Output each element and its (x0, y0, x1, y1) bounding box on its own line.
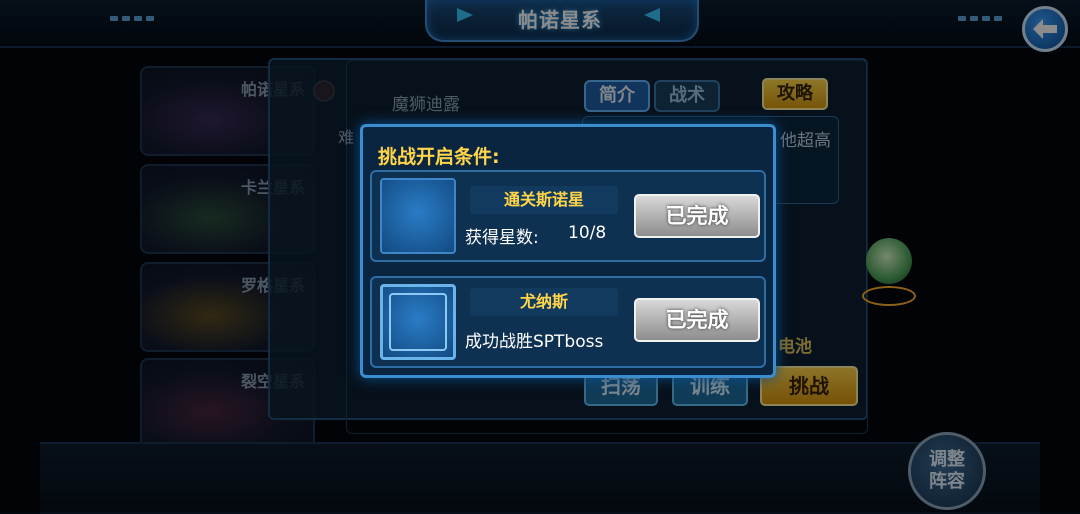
condition-progress: 10/8 (568, 223, 607, 243)
dialog-title: 挑战开启条件: (378, 146, 500, 168)
condition-thumbnail (380, 178, 456, 254)
condition-name: 尤纳斯 (470, 288, 618, 316)
condition-name: 通关斯诺星 (470, 186, 618, 214)
condition-requirement: 成功战胜SPTboss (465, 332, 604, 352)
completed-button[interactable]: 已完成 (634, 194, 760, 238)
condition-thumbnail (380, 284, 456, 360)
condition-requirement: 获得星数: (465, 228, 539, 248)
completed-button[interactable]: 已完成 (634, 298, 760, 342)
